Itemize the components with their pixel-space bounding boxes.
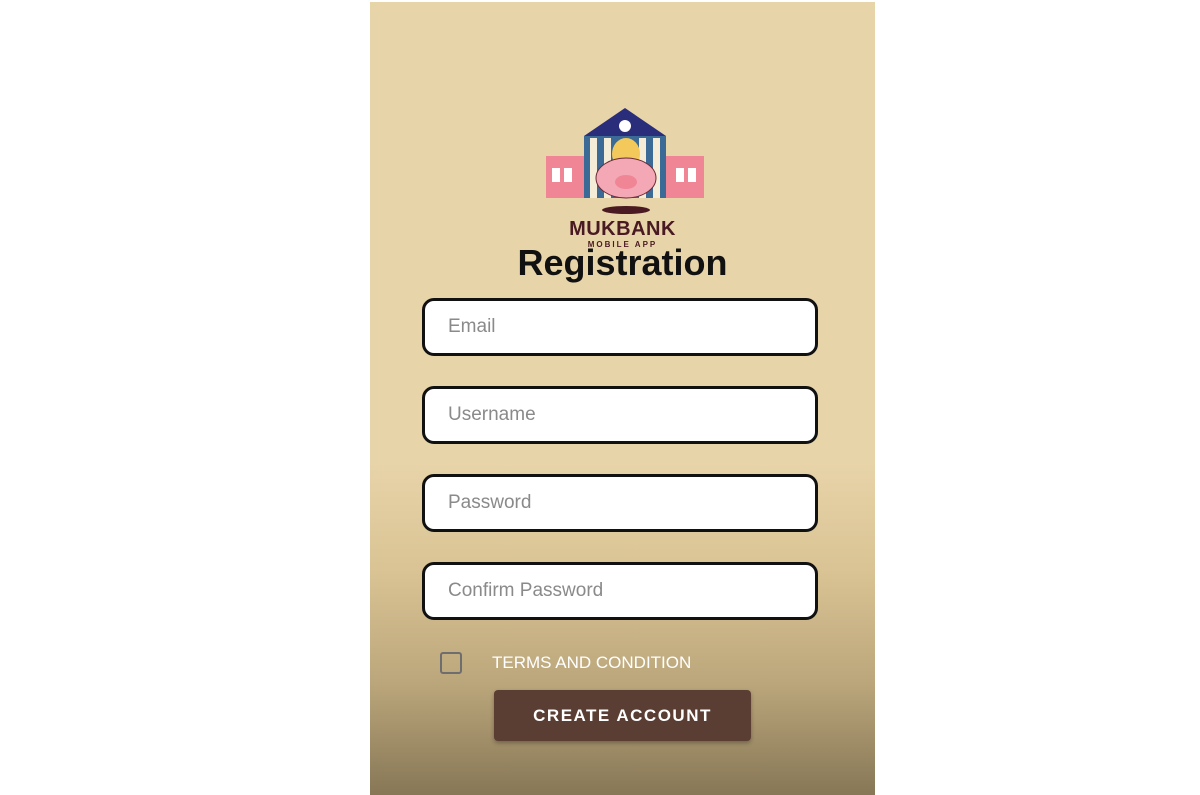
username-field[interactable] xyxy=(422,386,818,444)
mukbank-logo-icon xyxy=(546,108,704,214)
terms-row[interactable]: TERMS AND CONDITION xyxy=(440,652,691,674)
terms-checkbox[interactable] xyxy=(440,652,462,674)
terms-label[interactable]: TERMS AND CONDITION xyxy=(492,653,691,673)
create-account-button[interactable]: CREATE ACCOUNT xyxy=(494,690,751,741)
brand-name: MUKBANK xyxy=(569,218,676,240)
confirm-password-field[interactable] xyxy=(422,562,818,620)
email-field[interactable] xyxy=(422,298,818,356)
registration-screen: MUKBANK MOBILE APP Registration TERMS AN… xyxy=(370,2,875,795)
page-title: Registration xyxy=(517,242,728,283)
password-field[interactable] xyxy=(422,474,818,532)
